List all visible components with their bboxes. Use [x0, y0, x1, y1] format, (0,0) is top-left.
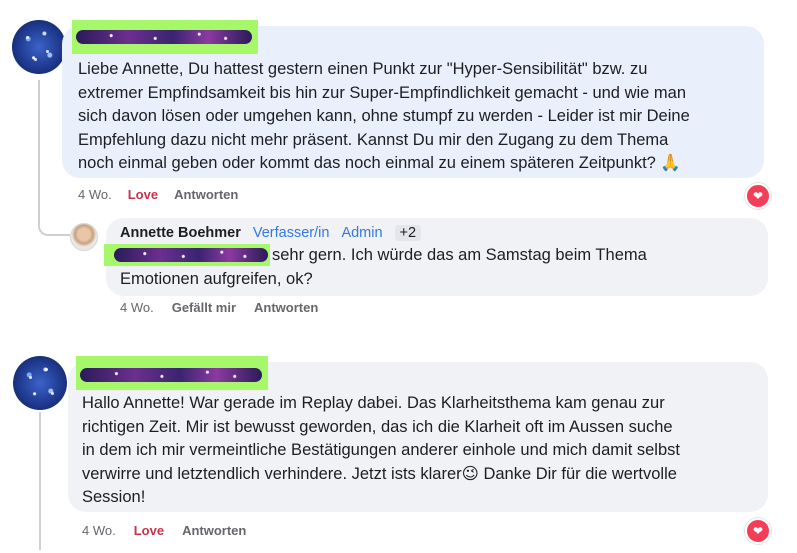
avatar[interactable]	[70, 223, 98, 251]
heart-icon[interactable]: ❤	[745, 518, 771, 544]
comment-timestamp[interactable]: 4 Wo.	[82, 523, 116, 538]
like-link[interactable]: Gefällt mir	[172, 300, 236, 315]
love-reaction-link[interactable]: Love	[128, 187, 158, 202]
reply-text-line2: Emotionen aufgreifen, ok?	[120, 270, 313, 288]
thread-line	[38, 80, 40, 218]
thread-line	[39, 412, 41, 550]
love-reaction-link[interactable]: Love	[134, 523, 164, 538]
reply-link[interactable]: Antworten	[254, 300, 318, 315]
author-name-redacted[interactable]	[72, 20, 258, 54]
reply-link[interactable]: Antworten	[182, 523, 246, 538]
admin-badge[interactable]: Admin	[341, 225, 382, 241]
reply-link[interactable]: Antworten	[174, 187, 238, 202]
heart-icon[interactable]: ❤	[745, 183, 771, 209]
comment-text: Liebe Annette, Du hattest gestern einen …	[78, 60, 690, 172]
comment-timestamp[interactable]: 4 Wo.	[78, 187, 112, 202]
wink-emoji-icon: 😉	[461, 464, 479, 483]
reply-text-line1: sehr gern. Ich würde das am Samstag beim…	[272, 246, 647, 264]
reply-timestamp[interactable]: 4 Wo.	[120, 300, 154, 315]
author-badge[interactable]: Verfasser/in	[253, 225, 330, 241]
author-name-redacted[interactable]	[76, 356, 268, 390]
more-badges[interactable]: +2	[394, 225, 422, 241]
comment-text: Hallo Annette! War gerade im Replay dabe…	[82, 392, 762, 510]
thread-connector	[38, 218, 70, 236]
avatar[interactable]	[13, 356, 67, 410]
author-name[interactable]: Annette Boehmer	[120, 225, 241, 241]
avatar[interactable]	[12, 20, 66, 74]
mention-redacted[interactable]	[104, 244, 270, 266]
